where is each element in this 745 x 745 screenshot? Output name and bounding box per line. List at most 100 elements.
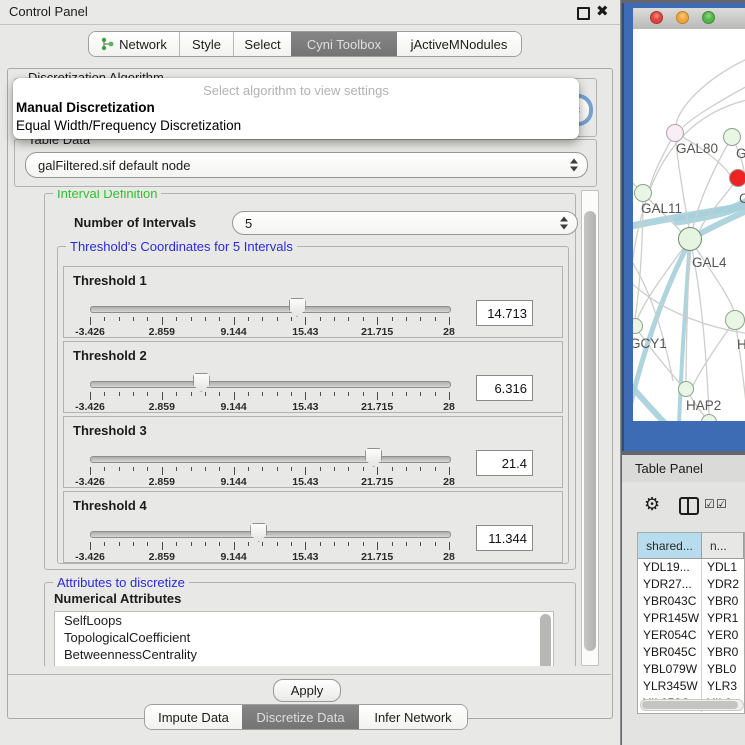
threshold-slider-handle[interactable] <box>250 523 267 542</box>
slider-tick <box>248 317 249 321</box>
settings-scrollbar-thumb[interactable] <box>584 211 596 651</box>
tab-label: jActiveMNodules <box>411 37 508 52</box>
slider-tick <box>348 467 349 471</box>
bottom-tab-bar: Impute Data Discretize Data Infer Network <box>144 704 468 730</box>
slider-tick-label: 28 <box>443 326 455 338</box>
table-row[interactable]: YER054CYER0 <box>638 627 744 644</box>
slider-tick <box>435 392 436 396</box>
slider-tick <box>305 467 306 475</box>
slider-tick <box>205 542 206 546</box>
table-row[interactable]: YDR27...YDR2 <box>638 576 744 593</box>
table-row[interactable]: YBR043CYBR0 <box>638 593 744 610</box>
column-header-shared[interactable]: shared... <box>638 533 702 558</box>
table-cell: YPR145W <box>638 610 702 627</box>
table-hscrollbar-thumb[interactable] <box>642 701 738 709</box>
table-cell: YER0 <box>702 627 744 644</box>
threshold-value-field[interactable] <box>476 450 533 476</box>
table-row[interactable]: YBR045CYBR0 <box>638 644 744 661</box>
table-row[interactable]: YPR145WYPR1 <box>638 610 744 627</box>
slider-tick <box>334 392 335 396</box>
threshold-value-field[interactable] <box>476 525 533 551</box>
slider-tick <box>176 317 177 321</box>
checkbox-checked-icon[interactable]: ☑ <box>716 497 727 511</box>
attribute-list-item[interactable]: BetweennessCentrality <box>55 646 553 663</box>
close-icon[interactable]: ✖ <box>596 2 609 20</box>
slider-tick-label: 28 <box>443 401 455 413</box>
slider-tick <box>449 392 450 400</box>
slider-tick <box>363 317 364 321</box>
tab-select[interactable]: Select <box>233 32 291 56</box>
threshold-slider-track[interactable] <box>90 456 451 463</box>
apply-button[interactable]: Apply <box>273 679 341 702</box>
minimize-traffic-light[interactable] <box>676 11 689 24</box>
network-window-titlebar[interactable] <box>633 8 745 30</box>
slider-tick <box>133 392 134 396</box>
node-gal80[interactable] <box>666 124 684 142</box>
table-row[interactable]: YLR345WYLR3 <box>638 678 744 695</box>
table-horizontal-scrollbar[interactable] <box>640 699 744 711</box>
tab-style[interactable]: Style <box>179 32 233 56</box>
slider-tick <box>277 317 278 321</box>
node-attribute-table: shared...n... YDL19...YDL1YDR27...YDR2YB… <box>637 532 745 714</box>
attribute-list-item[interactable]: SelfLoops <box>55 612 553 629</box>
threshold-value-field[interactable] <box>476 300 533 326</box>
number-of-intervals-combo[interactable]: 5 <box>232 211 578 235</box>
slider-tick <box>406 542 407 546</box>
slider-tick <box>406 392 407 396</box>
tab-discretize-data[interactable]: Discretize Data <box>242 705 359 729</box>
tab-network[interactable]: Network <box>89 32 179 56</box>
threshold-slider-track[interactable] <box>90 531 451 538</box>
tab-label: Select <box>244 37 280 52</box>
table-row[interactable]: YDL19...YDL1 <box>638 559 744 576</box>
checkbox-checked-icon[interactable]: ☑ <box>704 497 715 511</box>
node-gal4[interactable] <box>678 227 702 251</box>
close-traffic-light[interactable] <box>650 11 663 24</box>
tab-impute-data[interactable]: Impute Data <box>145 705 242 729</box>
node-h[interactable] <box>725 310 745 330</box>
slider-tick <box>291 542 292 546</box>
node-gal11[interactable] <box>634 184 652 202</box>
slider-tick <box>334 467 335 471</box>
dropdown-option-equal-width-frequency-discretization[interactable]: Equal Width/Frequency Discretization <box>16 118 241 133</box>
slider-tick <box>219 317 220 321</box>
tab-infer-network[interactable]: Infer Network <box>359 705 467 729</box>
table-row[interactable]: YBL079WYBL0 <box>638 661 744 678</box>
table-cell: YLR345W <box>638 678 702 695</box>
network-canvas[interactable]: GAL80GCGAL11GAL4GCY1HHAP2 <box>633 29 745 421</box>
threshold-slider-track[interactable] <box>90 306 451 313</box>
threshold-value-field[interactable] <box>476 375 533 401</box>
threshold-label: Threshold 1 <box>73 273 147 288</box>
slider-tick <box>291 467 292 471</box>
threshold-slider-handle[interactable] <box>365 448 382 467</box>
settings-scrollbar[interactable] <box>581 190 599 666</box>
threshold-slider-handle[interactable] <box>193 373 210 392</box>
threshold-slider-track[interactable] <box>90 381 451 388</box>
dropdown-option-manual-discretization[interactable]: Manual Discretization <box>16 100 155 115</box>
slider-tick <box>348 542 349 546</box>
slider-tick <box>420 392 421 396</box>
gear-icon[interactable]: ⚙ <box>644 494 660 515</box>
slider-tick <box>162 392 163 400</box>
float-window-icon[interactable] <box>577 7 590 20</box>
split-columns-icon[interactable] <box>679 497 699 515</box>
slider-tick <box>248 467 249 471</box>
column-header-n[interactable]: n... <box>702 533 744 558</box>
slider-tick <box>219 542 220 546</box>
table-data-combo[interactable]: galFiltered.sif default node <box>25 152 588 178</box>
slider-tick-label: 15.43 <box>292 476 318 488</box>
tab-jactivemnodules[interactable]: jActiveMNodules <box>397 32 521 56</box>
slider-tick <box>205 467 206 471</box>
tab-label: Discretize Data <box>256 710 344 725</box>
table-panel-title: Table Panel <box>635 461 703 476</box>
attributes-list-scrollbar[interactable] <box>540 614 551 666</box>
node-c[interactable] <box>729 169 745 187</box>
slider-tick <box>234 467 235 475</box>
threshold-slider-handle[interactable] <box>289 298 306 317</box>
numerical-attributes-label: Numerical Attributes <box>54 591 181 606</box>
tab-cyni-toolbox[interactable]: Cyni Toolbox <box>291 32 397 56</box>
zoom-traffic-light[interactable] <box>702 11 715 24</box>
attribute-list-item[interactable]: TopologicalCoefficient <box>55 629 553 646</box>
control-panel: Control Panel ✖ NetworkStyleSelectCyni T… <box>0 0 621 745</box>
node-hap2[interactable] <box>678 381 694 397</box>
node-g[interactable] <box>723 128 741 146</box>
